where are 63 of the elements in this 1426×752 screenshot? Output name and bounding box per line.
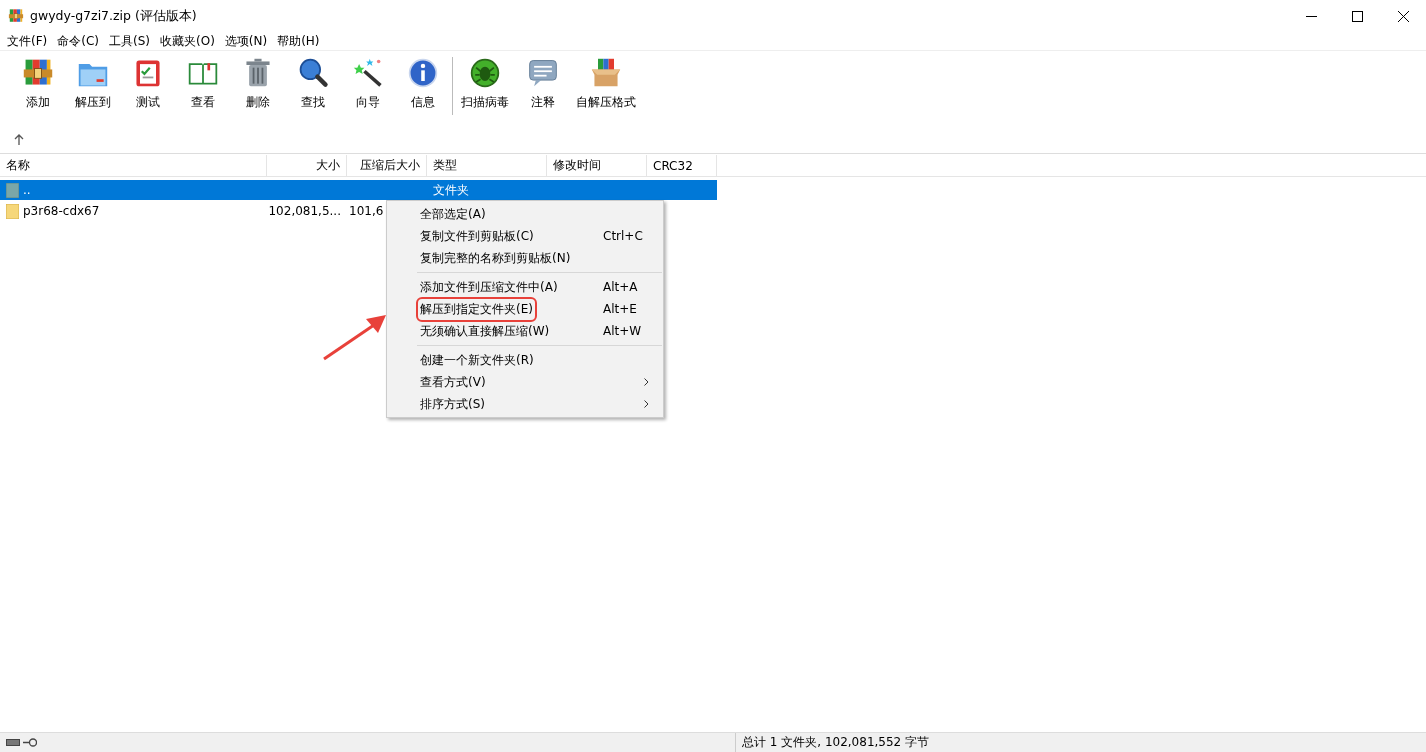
- menu-item-label: 添加文件到压缩文件中(A): [420, 278, 559, 296]
- menu-item-label: 查看方式(V): [420, 373, 487, 391]
- annotation-arrow: [322, 313, 388, 361]
- archive-books-icon: [8, 8, 24, 24]
- toolbar-button[interactable]: 向导: [340, 57, 395, 111]
- menu-item[interactable]: 查看方式(V): [387, 371, 663, 393]
- menu-item-label: 无须确认直接解压缩(W): [420, 322, 551, 340]
- shortcut-text: Alt+E: [603, 302, 638, 316]
- shortcut-text: Alt+W: [603, 324, 643, 338]
- shortcut-text: Ctrl+C: [603, 229, 643, 243]
- up-arrow-icon[interactable]: [14, 133, 24, 145]
- close-icon: [1397, 10, 1409, 22]
- toolbar-button[interactable]: 解压到: [65, 57, 120, 111]
- toolbar-button[interactable]: 删除: [230, 57, 285, 111]
- toolbar-button[interactable]: 信息: [395, 57, 450, 111]
- menu-item-label: 排序方式(S): [420, 395, 486, 413]
- column-header[interactable]: 类型: [427, 155, 547, 176]
- file-row[interactable]: p3r68-cdx67 102,081,5... 101,6: [0, 201, 386, 221]
- parent-folder-icon: [6, 182, 19, 198]
- menu-item[interactable]: 解压到指定文件夹(E) Alt+E: [387, 298, 663, 320]
- cell-text: 文件夹: [433, 181, 469, 199]
- folder-icon: [6, 203, 19, 219]
- status-text: 总计 1 文件夹, 102,081,552 字节: [742, 734, 930, 751]
- menu-item[interactable]: 排序方式(S): [387, 393, 663, 415]
- menu-bar-item[interactable]: 工具(S): [104, 32, 155, 50]
- menu-item[interactable]: 创建一个新文件夹(R): [387, 349, 663, 371]
- column-header[interactable]: 压缩后大小: [347, 155, 427, 176]
- menu-bar-item[interactable]: 文件(F): [2, 32, 53, 50]
- menu-bar-item[interactable]: 命令(C): [52, 32, 104, 50]
- column-header[interactable]: 修改时间: [547, 155, 647, 176]
- menu-bar-item[interactable]: 选项(N): [219, 32, 273, 50]
- column-header[interactable]: CRC32: [647, 155, 717, 176]
- cell-text: ..: [23, 183, 31, 197]
- file-row[interactable]: .. 文件夹: [0, 180, 717, 200]
- menu-item[interactable]: 全部选定(A): [387, 203, 663, 225]
- toolbar-button[interactable]: 测试: [120, 57, 175, 111]
- shortcut-text: Alt+A: [603, 280, 639, 294]
- menu-item-label: 复制完整的名称到剪贴板(N): [420, 249, 572, 267]
- column-header[interactable]: 名称: [0, 155, 267, 176]
- window-title: gwydy-g7zi7.zip (评估版本): [30, 7, 197, 25]
- cell-text: 102,081,5...: [268, 204, 341, 218]
- maximize-icon: [1351, 10, 1363, 22]
- menu-item-label: 复制文件到剪贴板(C): [420, 227, 535, 245]
- key-icon: [23, 738, 37, 747]
- menu-item-label: 创建一个新文件夹(R): [420, 351, 535, 369]
- toolbar-button[interactable]: 添加: [10, 57, 65, 111]
- minimize-icon: [1305, 15, 1317, 17]
- toolbar-button[interactable]: 查找: [285, 57, 340, 111]
- toolbar-button[interactable]: 自解压格式: [570, 57, 642, 111]
- menu-item-label: 全部选定(A): [420, 205, 487, 223]
- cell-text: p3r68-cdx67: [23, 204, 100, 218]
- menu-bar-item[interactable]: 帮助(H): [272, 32, 325, 50]
- drive-icon: [6, 739, 20, 746]
- menu-item[interactable]: 复制文件到剪贴板(C) Ctrl+C: [387, 225, 663, 247]
- menu-item[interactable]: 添加文件到压缩文件中(A) Alt+A: [387, 276, 663, 298]
- menu-item[interactable]: 无须确认直接解压缩(W) Alt+W: [387, 320, 663, 342]
- toolbar-button[interactable]: 扫描病毒: [455, 57, 515, 111]
- column-header[interactable]: 大小: [267, 155, 347, 176]
- cell-text: 101,6: [349, 204, 384, 218]
- menu-bar-item[interactable]: 收藏夹(O): [155, 32, 220, 50]
- menu-item[interactable]: 复制完整的名称到剪贴板(N): [387, 247, 663, 269]
- toolbar-button[interactable]: 查看: [175, 57, 230, 111]
- toolbar-button[interactable]: 注释: [515, 57, 570, 111]
